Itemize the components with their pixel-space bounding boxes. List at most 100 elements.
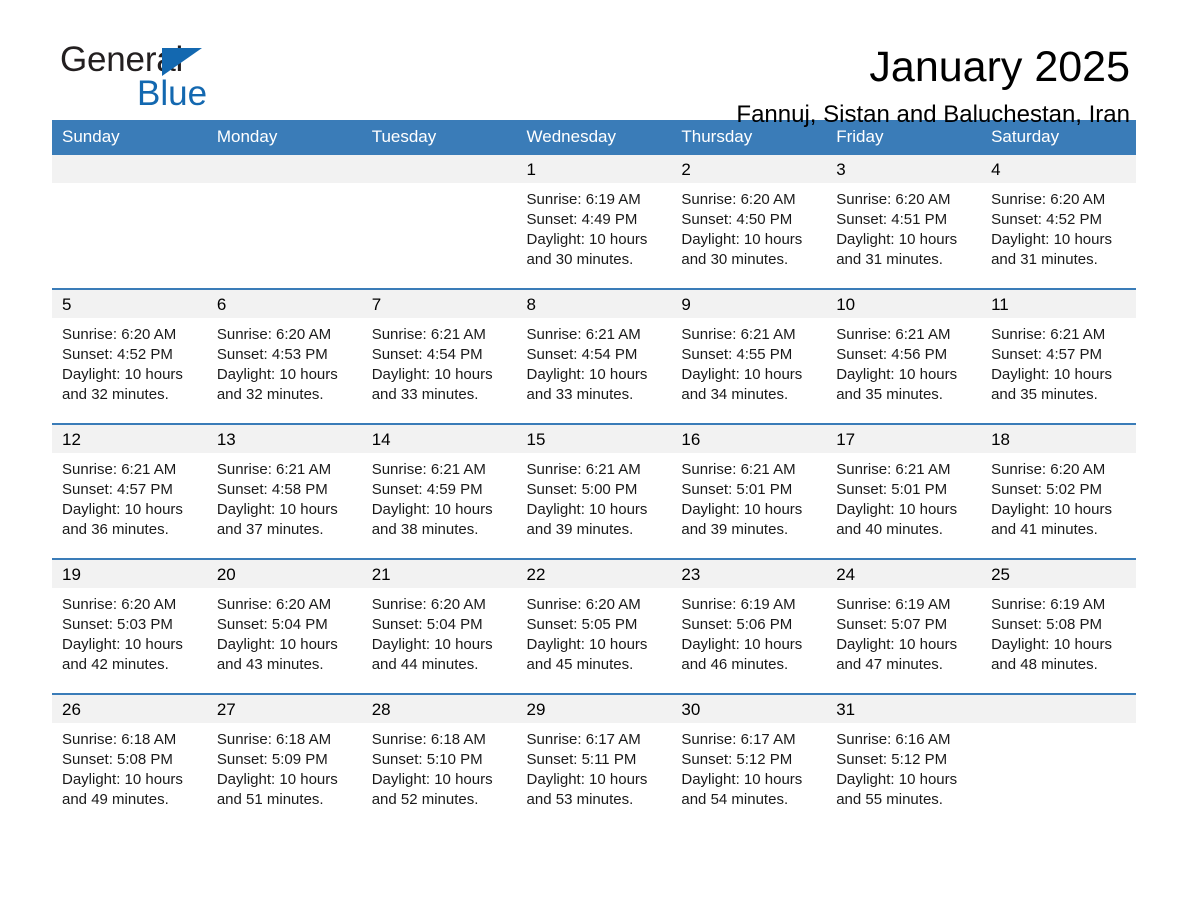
day-detail-line: and 51 minutes. — [216, 791, 324, 808]
day-cell[interactable]: 10 Sunrise: 6:21 AM Sunset: 4:56 PM Dayligh… — [826, 290, 982, 423]
day-details: Sunrise: 6:16 AM Sunset: 5:12 PM Daylight:… — [826, 723, 981, 810]
day-detail-line: Sunset: 4:57 PM — [991, 346, 1102, 363]
day-cell[interactable]: 22 Sunrise: 6:20 AM Sunset: 5:05 PM Dayligh… — [516, 560, 672, 693]
day-cell[interactable]: 2 Sunrise: 6:20 AM Sunset: 4:50 PM Daylight… — [671, 155, 827, 288]
day-detail-line: Sunrise: 6:16 AM — [836, 731, 951, 748]
day-cell[interactable]: 19 Sunrise: 6:20 AM Sunset: 5:03 PM Dayligh… — [52, 560, 207, 693]
day-cell[interactable]: 12 Sunrise: 6:21 AM Sunset: 4:57 PM Dayligh… — [52, 425, 207, 558]
day-details: Sunrise: 6:20 AM Sunset: 4:52 PM Daylight:… — [52, 318, 207, 405]
day-cell[interactable]: 5 Sunrise: 6:20 AM Sunset: 4:52 PM Daylight… — [52, 290, 207, 423]
calendar-cell: 24 Sunrise: 6:19 AM Sunset: 5:07 PM Dayligh… — [826, 558, 982, 694]
day-detail-line: Sunrise: 6:20 AM — [991, 461, 1106, 478]
day-cell[interactable]: 3 Sunrise: 6:20 AM Sunset: 4:51 PM Daylight… — [826, 155, 982, 288]
day-detail-line: Sunset: 4:52 PM — [991, 211, 1102, 228]
day-detail-line: Sunrise: 6:21 AM — [836, 461, 951, 478]
day-cell[interactable]: 7 Sunrise: 6:21 AM Sunset: 4:54 PM Daylight… — [361, 290, 517, 423]
day-detail-line: and 39 minutes. — [681, 521, 789, 538]
day-cell[interactable]: 18 Sunrise: 6:20 AM Sunset: 5:02 PM Dayligh… — [981, 425, 1136, 558]
day-number: 24 — [826, 560, 982, 588]
day-number: 5 — [52, 290, 207, 318]
day-details: Sunrise: 6:18 AM Sunset: 5:09 PM Daylight:… — [207, 723, 362, 810]
day-cell[interactable]: 16 Sunrise: 6:21 AM Sunset: 5:01 PM Dayligh… — [671, 425, 827, 558]
day-detail-line: Daylight: 10 hours — [681, 501, 803, 518]
general-blue-logo[interactable]: General Blue — [60, 40, 330, 118]
day-number: 21 — [361, 560, 517, 588]
day-detail-line: Sunrise: 6:19 AM — [681, 596, 796, 613]
day-cell[interactable]: 11 Sunrise: 6:21 AM Sunset: 4:57 PM Dayligh… — [981, 290, 1136, 423]
day-cell-empty — [206, 155, 362, 288]
day-detail-line: Sunrise: 6:19 AM — [991, 596, 1106, 613]
day-cell[interactable]: 30 Sunrise: 6:17 AM Sunset: 5:12 PM Dayligh… — [671, 695, 827, 828]
day-cell[interactable]: 25 Sunrise: 6:19 AM Sunset: 5:08 PM Dayligh… — [981, 560, 1136, 693]
day-detail-line: Sunrise: 6:21 AM — [836, 326, 951, 343]
day-details: Sunrise: 6:21 AM Sunset: 4:57 PM Daylight:… — [52, 453, 207, 540]
day-cell[interactable]: 9 Sunrise: 6:21 AM Sunset: 4:55 PM Daylight… — [671, 290, 827, 423]
day-cell[interactable]: 21 Sunrise: 6:20 AM Sunset: 5:04 PM Dayligh… — [361, 560, 517, 693]
day-detail-line: Sunset: 5:05 PM — [526, 616, 638, 633]
calendar-cell: 30 Sunrise: 6:17 AM Sunset: 5:12 PM Dayligh… — [671, 693, 827, 828]
day-cell[interactable]: 4 Sunrise: 6:20 AM Sunset: 4:52 PM Daylight… — [981, 155, 1136, 288]
day-details: Sunrise: 6:21 AM Sunset: 4:59 PM Daylight:… — [362, 453, 517, 540]
day-cell[interactable]: 13 Sunrise: 6:21 AM Sunset: 4:58 PM Dayligh… — [206, 425, 362, 558]
day-cell[interactable]: 27 Sunrise: 6:18 AM Sunset: 5:09 PM Dayligh… — [206, 695, 362, 828]
day-detail-line: Daylight: 10 hours — [216, 771, 338, 788]
calendar-cell: 17 Sunrise: 6:21 AM Sunset: 5:01 PM Dayligh… — [826, 423, 982, 559]
calendar-cell: 10 Sunrise: 6:21 AM Sunset: 4:56 PM Dayligh… — [826, 288, 982, 424]
day-detail-line: and 39 minutes. — [526, 521, 634, 538]
day-cell[interactable]: 26 Sunrise: 6:18 AM Sunset: 5:08 PM Dayligh… — [52, 695, 207, 828]
day-number: 9 — [671, 290, 827, 318]
day-detail-line: Sunset: 5:01 PM — [681, 481, 793, 498]
day-detail-line: Daylight: 10 hours — [991, 636, 1112, 653]
day-detail-line: and 30 minutes. — [681, 251, 789, 268]
calendar-cell: 20 Sunrise: 6:20 AM Sunset: 5:04 PM Dayligh… — [206, 558, 362, 694]
day-details: Sunrise: 6:20 AM Sunset: 5:02 PM Daylight:… — [981, 453, 1136, 540]
day-number: 2 — [671, 155, 827, 183]
day-detail-line: Daylight: 10 hours — [681, 231, 803, 248]
day-cell[interactable]: 29 Sunrise: 6:17 AM Sunset: 5:11 PM Dayligh… — [516, 695, 672, 828]
day-detail-line: and 47 minutes. — [836, 656, 943, 673]
day-detail-line: Sunrise: 6:20 AM — [216, 596, 332, 613]
day-detail-line: and 33 minutes. — [371, 386, 479, 403]
day-number: 22 — [516, 560, 672, 588]
day-detail-line: Daylight: 10 hours — [836, 636, 958, 653]
day-detail-line: Sunrise: 6:20 AM — [526, 596, 641, 613]
day-details — [52, 183, 207, 190]
day-detail-line: Daylight: 10 hours — [526, 231, 648, 248]
calendar-cell: 27 Sunrise: 6:18 AM Sunset: 5:09 PM Dayligh… — [206, 693, 362, 828]
day-cell[interactable]: 1 Sunrise: 6:19 AM Sunset: 4:49 PM Daylight… — [516, 155, 672, 288]
day-detail-line: and 38 minutes. — [371, 521, 479, 538]
day-detail-line: Sunset: 4:55 PM — [681, 346, 793, 363]
calendar-cell — [52, 155, 207, 289]
day-cell[interactable]: 8 Sunrise: 6:21 AM Sunset: 4:54 PM Daylight… — [516, 290, 672, 423]
day-cell[interactable]: 6 Sunrise: 6:20 AM Sunset: 4:53 PM Daylight… — [206, 290, 362, 423]
day-cell[interactable]: 15 Sunrise: 6:21 AM Sunset: 5:00 PM Dayligh… — [516, 425, 672, 558]
day-detail-line: and 54 minutes. — [681, 791, 789, 808]
day-detail-line: Sunrise: 6:18 AM — [62, 731, 177, 748]
day-number: 12 — [52, 425, 207, 453]
day-detail-line: Sunset: 4:54 PM — [526, 346, 638, 363]
day-details: Sunrise: 6:20 AM Sunset: 4:53 PM Daylight:… — [207, 318, 362, 405]
day-detail-line: Daylight: 10 hours — [991, 501, 1112, 518]
day-details: Sunrise: 6:21 AM Sunset: 4:57 PM Daylight:… — [981, 318, 1136, 405]
day-detail-line: Sunrise: 6:19 AM — [526, 191, 641, 208]
calendar-cell — [981, 693, 1136, 828]
day-cell[interactable]: 17 Sunrise: 6:21 AM Sunset: 5:01 PM Dayligh… — [826, 425, 982, 558]
calendar-body: 1 Sunrise: 6:19 AM Sunset: 4:49 PM Daylight… — [52, 155, 1136, 828]
day-cell[interactable]: 14 Sunrise: 6:21 AM Sunset: 4:59 PM Dayligh… — [361, 425, 517, 558]
day-number: 8 — [516, 290, 672, 318]
day-detail-line: Daylight: 10 hours — [836, 771, 958, 788]
day-number: 27 — [206, 695, 362, 723]
day-cell[interactable]: 23 Sunrise: 6:19 AM Sunset: 5:06 PM Dayligh… — [671, 560, 827, 693]
day-number — [361, 155, 517, 183]
day-cell[interactable]: 31 Sunrise: 6:16 AM Sunset: 5:12 PM Dayligh… — [826, 695, 982, 828]
day-cell[interactable]: 24 Sunrise: 6:19 AM Sunset: 5:07 PM Dayligh… — [826, 560, 982, 693]
day-detail-line: Sunset: 4:54 PM — [371, 346, 483, 363]
day-detail-line: Sunset: 4:49 PM — [526, 211, 638, 228]
day-detail-line: Daylight: 10 hours — [836, 366, 958, 383]
day-cell[interactable]: 20 Sunrise: 6:20 AM Sunset: 5:04 PM Dayligh… — [206, 560, 362, 693]
day-details: Sunrise: 6:20 AM Sunset: 5:03 PM Daylight:… — [52, 588, 207, 675]
page-title: January 2025 — [869, 43, 1130, 91]
day-detail-line: and 32 minutes. — [62, 386, 169, 403]
calendar-cell: 1 Sunrise: 6:19 AM Sunset: 4:49 PM Daylight… — [516, 155, 672, 289]
day-cell[interactable]: 28 Sunrise: 6:18 AM Sunset: 5:10 PM Dayligh… — [361, 695, 517, 828]
